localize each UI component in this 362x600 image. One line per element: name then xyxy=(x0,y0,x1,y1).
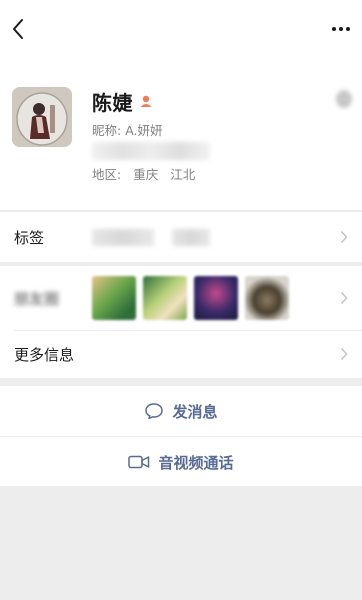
nickname-row: 昵称: A.妍妍 xyxy=(92,120,163,139)
moment-thumbnail xyxy=(143,276,187,320)
gender-icon xyxy=(140,95,152,107)
tags-label: 标签 xyxy=(14,229,45,247)
star-friend-icon[interactable] xyxy=(336,90,352,108)
back-arrow-icon xyxy=(13,19,23,39)
redacted-tag xyxy=(92,229,154,246)
region-district: 江北 xyxy=(170,167,196,182)
more-info-label: 更多信息 xyxy=(14,346,75,364)
moment-thumbnail xyxy=(194,276,238,320)
chevron-right-icon xyxy=(340,348,348,360)
avatar[interactable] xyxy=(12,87,72,147)
video-camera-icon xyxy=(128,455,150,469)
tags-row[interactable]: 标签 xyxy=(0,212,362,262)
moment-thumbnail xyxy=(92,276,136,320)
more-button[interactable] xyxy=(326,16,356,42)
moments-row[interactable]: 朋友圈 xyxy=(0,266,362,330)
more-dots-icon xyxy=(332,27,350,31)
send-message-label: 发消息 xyxy=(172,402,218,421)
nickname-value: A.妍妍 xyxy=(125,123,163,138)
video-call-label: 音视频通话 xyxy=(158,453,234,472)
moments-label: 朋友圈 xyxy=(14,290,60,308)
name-row: 陈婕 xyxy=(92,88,153,115)
send-message-button[interactable]: 发消息 xyxy=(0,386,362,436)
divider xyxy=(14,330,362,331)
chevron-right-icon xyxy=(340,292,348,304)
region-row: 地区: 重庆 江北 xyxy=(92,164,203,183)
nickname-label: 昵称: xyxy=(92,123,122,138)
region-city: 重庆 xyxy=(133,167,159,182)
redacted-tag xyxy=(172,229,210,246)
region-label: 地区: xyxy=(92,167,122,182)
moment-thumbnail xyxy=(245,276,289,320)
chat-bubble-icon xyxy=(145,403,164,420)
contact-name: 陈婕 xyxy=(92,90,133,115)
video-call-button[interactable]: 音视频通话 xyxy=(0,437,362,487)
empty-background xyxy=(0,486,362,600)
more-info-row[interactable]: 更多信息 xyxy=(0,330,362,378)
profile-card: 陈婕 昵称: A.妍妍 地区: 重庆 江北 xyxy=(0,60,362,210)
redacted-wechat-id xyxy=(92,142,210,160)
back-button[interactable] xyxy=(6,14,32,44)
top-bar xyxy=(0,0,362,60)
chevron-right-icon xyxy=(340,231,348,243)
